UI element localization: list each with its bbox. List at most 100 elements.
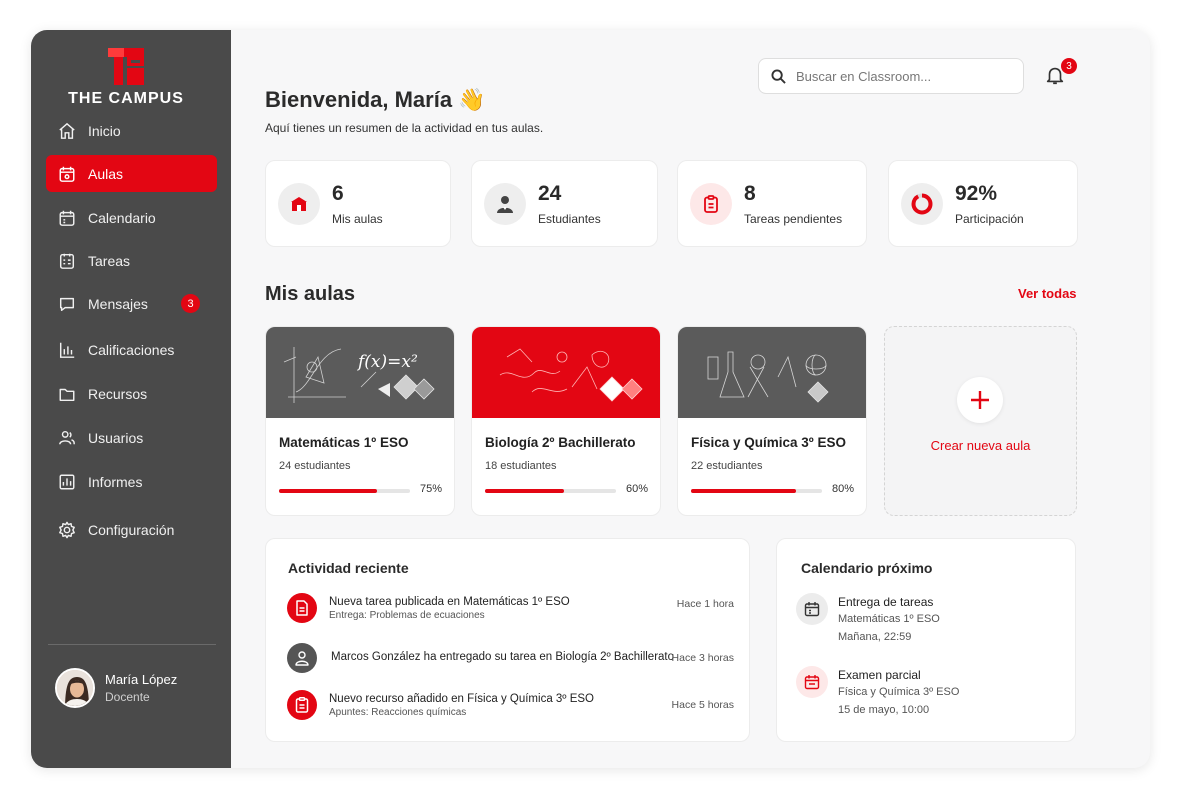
course-progress-fill xyxy=(691,489,796,493)
course-title: Matemáticas 1º ESO xyxy=(279,435,409,450)
sidebar-item-label: Configuración xyxy=(88,521,175,538)
chat-icon xyxy=(58,295,76,313)
see-all-link[interactable]: Ver todas xyxy=(1018,286,1077,301)
event-course: Matemáticas 1º ESO xyxy=(838,613,940,625)
sidebar-item-recursos[interactable]: Recursos xyxy=(46,375,217,412)
app-window: THE CAMPUS Inicio Aulas Calendario Tarea xyxy=(31,30,1150,768)
stat-label: Mis aulas xyxy=(332,211,383,226)
document-icon xyxy=(287,593,317,623)
create-class-button[interactable]: Crear nueva aula xyxy=(884,326,1077,516)
activity-item[interactable]: Nuevo recurso añadido en Física y Químic… xyxy=(287,690,737,722)
course-banner-physics xyxy=(678,327,866,418)
stat-value: 6 xyxy=(332,181,344,205)
course-card-fisica-quimica[interactable]: Física y Química 3º ESO 22 estudiantes 8… xyxy=(677,326,867,516)
page-title: Bienvenida, María 👋 xyxy=(265,87,486,112)
course-progress-label: 80% xyxy=(831,483,854,495)
stat-card-aulas[interactable]: 6 Mis aulas xyxy=(265,160,451,247)
users-icon xyxy=(58,429,76,447)
course-title: Física y Química 3º ESO xyxy=(691,435,846,450)
search-input[interactable] xyxy=(796,68,1006,84)
clipboard-icon xyxy=(690,182,732,225)
stat-card-estudiantes[interactable]: 24 Estudiantes xyxy=(471,160,658,247)
sidebar-item-inicio[interactable]: Inicio xyxy=(46,112,217,149)
course-progress-label: 60% xyxy=(625,483,648,495)
sidebar-item-label: Aulas xyxy=(88,165,124,182)
campus-logo-icon xyxy=(108,48,144,85)
brand-name: THE CAMPUS xyxy=(68,90,184,107)
activity-time: Hace 5 horas xyxy=(671,699,734,711)
course-card-matematicas[interactable]: f(x)=x² Matemáticas 1º ESO 24 estudiante… xyxy=(265,326,455,516)
activity-text: Nueva tarea publicada en Matemáticas 1º … xyxy=(329,596,570,608)
brand-logo[interactable]: THE CAMPUS xyxy=(31,48,221,108)
sidebar-item-label: Usuarios xyxy=(88,429,144,446)
sidebar-item-informes[interactable]: Informes xyxy=(46,463,217,500)
folder-icon xyxy=(58,385,76,403)
sidebar-item-label: Informes xyxy=(88,473,143,490)
sidebar-item-calendario[interactable]: Calendario xyxy=(46,199,217,236)
event-date: Mañana, 22:59 xyxy=(838,631,912,643)
activity-time: Hace 1 hora xyxy=(676,598,734,610)
sidebar: THE CAMPUS Inicio Aulas Calendario Tarea xyxy=(31,30,231,768)
course-title: Biología 2º Bachillerato xyxy=(485,435,636,450)
sidebar-item-calificaciones[interactable]: Calificaciones xyxy=(46,331,217,368)
sidebar-item-mensajes[interactable]: Mensajes 3 xyxy=(46,285,217,322)
sidebar-item-configuracion[interactable]: Configuración xyxy=(46,511,217,548)
course-progress-track xyxy=(691,489,822,493)
event-date: 15 de mayo, 10:00 xyxy=(838,704,930,716)
stat-label: Tareas pendientes xyxy=(744,211,843,226)
create-class-label: Crear nueva aula xyxy=(930,438,1031,453)
course-card-biologia[interactable]: Biología 2º Bachillerato 18 estudiantes … xyxy=(471,326,661,516)
user-icon xyxy=(287,643,317,673)
stat-card-tareas[interactable]: 8 Tareas pendientes xyxy=(677,160,867,247)
activity-text: Marcos González ha entregado su tarea en… xyxy=(331,651,675,663)
course-banner-biology xyxy=(472,327,660,418)
course-students: 18 estudiantes xyxy=(485,460,557,472)
activity-time: Hace 3 horas xyxy=(671,652,734,664)
sidebar-item-label: Calificaciones xyxy=(88,341,175,358)
event-course: Física y Química 3º ESO xyxy=(838,686,960,698)
task-list-icon xyxy=(58,252,76,270)
panel-title: Calendario próximo xyxy=(801,560,933,576)
calendar-icon xyxy=(796,666,828,698)
sidebar-item-usuarios[interactable]: Usuarios xyxy=(46,419,217,456)
student-icon xyxy=(484,182,526,225)
panel-title: Actividad reciente xyxy=(288,560,409,576)
activity-detail: Apuntes: Reacciones químicas xyxy=(329,707,467,718)
activity-item[interactable]: Marcos González ha entregado su tarea en… xyxy=(287,643,737,675)
calendar-event[interactable]: Examen parcial Física y Química 3º ESO 1… xyxy=(796,666,1046,726)
notifications-count-badge: 3 xyxy=(1061,58,1077,74)
clipboard-icon xyxy=(287,690,317,720)
sidebar-item-label: Tareas xyxy=(88,252,131,269)
calendar-icon xyxy=(58,165,76,183)
user-name: María López xyxy=(105,672,178,687)
stat-value: 8 xyxy=(744,181,756,205)
stat-value: 92% xyxy=(955,181,998,205)
event-title: Entrega de tareas xyxy=(838,595,934,609)
stat-card-participacion[interactable]: 92% Participación xyxy=(888,160,1078,247)
calendar-event[interactable]: Entrega de tareas Matemáticas 1º ESO Mañ… xyxy=(796,593,1046,653)
messages-count-badge: 3 xyxy=(181,294,200,313)
course-progress-track xyxy=(485,489,616,493)
sidebar-item-tareas[interactable]: Tareas xyxy=(46,242,217,279)
activity-detail: Entrega: Problemas de ecuaciones xyxy=(329,610,485,621)
activity-text: Nuevo recurso añadido en Física y Químic… xyxy=(329,693,594,705)
classroom-icon xyxy=(278,182,320,225)
sidebar-item-label: Recursos xyxy=(88,385,148,402)
user-profile[interactable]: María López Docente xyxy=(55,668,177,708)
calendar-icon xyxy=(796,593,828,625)
home-icon xyxy=(58,122,76,140)
page-subtitle: Aquí tienes un resumen de la actividad e… xyxy=(265,121,544,135)
calendar-icon xyxy=(58,209,76,227)
activity-item[interactable]: Nueva tarea publicada en Matemáticas 1º … xyxy=(287,593,737,625)
search-icon xyxy=(771,68,786,84)
course-banner-math: f(x)=x² xyxy=(266,327,454,418)
stat-label: Estudiantes xyxy=(538,211,601,226)
math-formula: f(x)=x² xyxy=(356,352,418,372)
bar-chart-icon xyxy=(58,341,76,359)
course-students: 24 estudiantes xyxy=(279,460,351,472)
sidebar-item-aulas[interactable]: Aulas xyxy=(46,155,217,192)
course-progress-fill xyxy=(279,489,378,493)
stat-value: 24 xyxy=(538,181,562,205)
course-progress-label: 75% xyxy=(419,483,442,495)
stat-label: Participación xyxy=(955,211,1024,226)
